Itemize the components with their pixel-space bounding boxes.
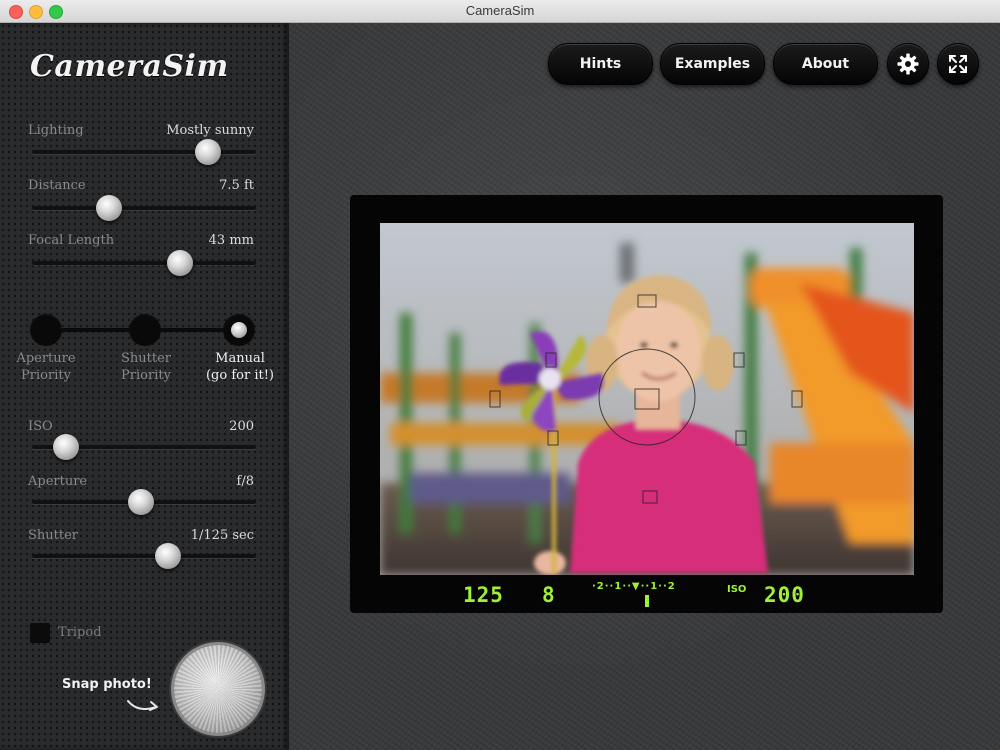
controls-sidebar: CameraSim Lighting Mostly sunny Distance… <box>0 23 289 750</box>
camerasim-logo: CameraSim <box>30 49 229 84</box>
iso-label: ISO <box>28 419 53 434</box>
viewfinder-info-bar: 125 8 ·2··1··▼··1··2 ISO 200 <box>380 575 914 613</box>
fullscreen-icon <box>949 55 967 73</box>
viewfinder-iso-readout: 200 <box>764 583 805 607</box>
distance-slider-knob[interactable] <box>96 195 122 221</box>
distance-slider-track[interactable] <box>32 206 256 210</box>
lighting-label: Lighting <box>28 123 84 138</box>
aperture-slider-knob[interactable] <box>128 489 154 515</box>
viewfinder-photo[interactable] <box>380 223 914 575</box>
zoom-window-button[interactable] <box>49 5 63 19</box>
distance-value: 7.5 ft <box>219 178 254 193</box>
hints-button[interactable]: Hints <box>548 43 653 85</box>
iso-value: 200 <box>229 419 254 434</box>
focal-length-value: 43 mm <box>208 233 254 248</box>
shutter-label: Shutter <box>28 528 79 543</box>
tripod-label[interactable]: Tripod <box>58 625 102 640</box>
camerasim-window: CameraSim CameraSim Lighting Mostly sunn… <box>0 0 1000 750</box>
fullscreen-button[interactable] <box>937 43 979 85</box>
mode-aperture-priority-label[interactable]: Aperture Priority <box>8 350 84 384</box>
minimize-window-button[interactable] <box>29 5 43 19</box>
lighting-slider-knob[interactable] <box>195 139 221 165</box>
title-bar: CameraSim <box>0 0 1000 23</box>
mode-shutter-priority[interactable] <box>129 314 161 346</box>
shutter-slider-knob[interactable] <box>155 543 181 569</box>
aperture-value: f/8 <box>236 474 254 489</box>
viewfinder-area: Hints Examples About 125 8 ·2··1··▼··1··… <box>289 23 1000 750</box>
viewfinder-iso-label: ISO <box>727 584 747 595</box>
exposure-meter: ·2··1··▼··1··2 <box>592 581 676 592</box>
mode-aperture-priority[interactable] <box>30 314 62 346</box>
snap-photo-label: Snap photo! <box>62 677 152 692</box>
focal-length-slider-knob[interactable] <box>167 250 193 276</box>
lighting-slider-track[interactable] <box>32 150 256 154</box>
tripod-checkbox[interactable] <box>30 623 50 643</box>
shutter-slider-track[interactable] <box>32 554 256 558</box>
snap-photo-button[interactable] <box>174 645 262 733</box>
mode-manual-label[interactable]: Manual (go for it!) <box>196 350 284 384</box>
gear-icon <box>897 53 919 75</box>
mode-manual[interactable] <box>223 314 255 346</box>
lighting-value: Mostly sunny <box>166 123 254 138</box>
curved-arrow-icon <box>127 700 158 711</box>
about-button[interactable]: About <box>773 43 878 85</box>
focal-length-slider-track[interactable] <box>32 261 256 265</box>
viewfinder-aperture-readout: 8 <box>542 583 556 607</box>
window-title: CameraSim <box>465 3 535 18</box>
iso-slider-knob[interactable] <box>53 434 79 460</box>
scene-photo <box>380 223 914 575</box>
aperture-label: Aperture <box>28 474 88 489</box>
close-window-button[interactable] <box>9 5 23 19</box>
meter-indicator-icon <box>645 595 649 607</box>
settings-button[interactable] <box>887 43 929 85</box>
shutter-value: 1/125 sec <box>190 528 254 543</box>
mode-shutter-priority-label[interactable]: Shutter Priority <box>108 350 184 384</box>
viewfinder-shutter-readout: 125 <box>463 583 504 607</box>
focal-length-label: Focal Length <box>28 233 115 248</box>
distance-label: Distance <box>28 178 86 193</box>
viewfinder-frame: 125 8 ·2··1··▼··1··2 ISO 200 <box>350 195 943 613</box>
examples-button[interactable]: Examples <box>660 43 765 85</box>
